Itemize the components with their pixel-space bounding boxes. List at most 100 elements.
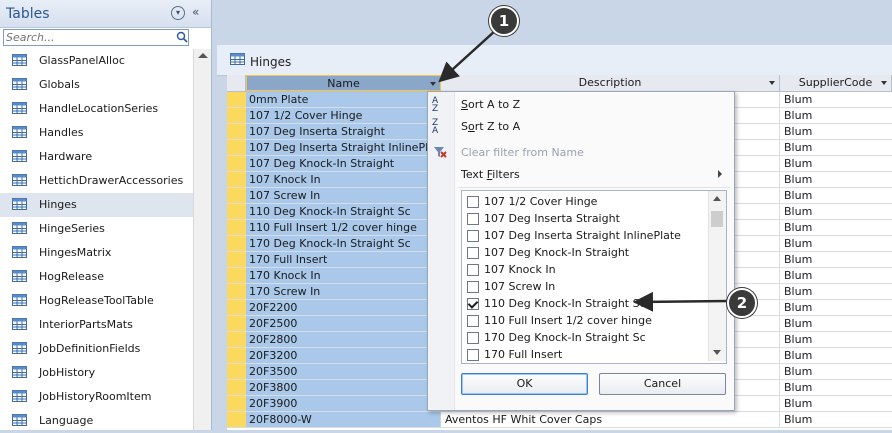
checkbox-unchecked[interactable] — [467, 196, 479, 208]
row-selector[interactable] — [227, 188, 247, 203]
cell-supplier[interactable]: Blum — [780, 220, 892, 235]
cell-name[interactable]: 20F3800 — [246, 380, 441, 395]
cell-name[interactable]: 170 Screw In — [246, 284, 441, 299]
nav-item-table[interactable]: JobDefinitionFields — [0, 337, 193, 361]
row-selector[interactable] — [227, 348, 247, 363]
cell-supplier[interactable]: Blum — [780, 124, 892, 139]
cell-name[interactable]: 107 1/2 Cover Hinge — [246, 108, 441, 123]
filter-value-item[interactable]: 110 Deg Knock-In Straight Sc — [467, 296, 707, 313]
filter-value-item[interactable]: 107 1/2 Cover Hinge — [467, 194, 707, 211]
cell-supplier[interactable]: Blum — [780, 156, 892, 171]
row-selector[interactable] — [227, 300, 247, 315]
filter-value-item[interactable]: 107 Knock In — [467, 262, 707, 279]
cell-name[interactable]: 170 Full Insert — [246, 252, 441, 267]
cell-supplier[interactable]: Blum — [780, 284, 892, 299]
row-selector[interactable] — [227, 236, 247, 251]
checkbox-unchecked[interactable] — [467, 281, 479, 293]
text-filters-item[interactable]: Text Filters — [461, 168, 520, 181]
scroll-thumb[interactable] — [711, 211, 723, 227]
cell-name[interactable]: 20F3900 — [246, 396, 441, 411]
checkbox-unchecked[interactable] — [467, 349, 479, 361]
cell-supplier[interactable]: Blum — [780, 316, 892, 331]
ok-button[interactable]: OK — [461, 373, 588, 395]
cell-supplier[interactable]: Blum — [780, 172, 892, 187]
cell-supplier[interactable]: Blum — [780, 92, 892, 107]
checkbox-unchecked[interactable] — [467, 315, 479, 327]
cell-name[interactable]: 110 Full Insert 1/2 cover hinge — [246, 220, 441, 235]
filter-value-item[interactable]: 107 Screw In — [467, 279, 707, 296]
cell-name[interactable]: 20F3200 — [246, 348, 441, 363]
filter-value-item[interactable]: 110 Full Insert 1/2 cover hinge — [467, 313, 707, 330]
checkbox-unchecked[interactable] — [467, 332, 479, 344]
cell-supplier[interactable]: Blum — [780, 332, 892, 347]
nav-item-table[interactable]: Hardware — [0, 145, 193, 169]
row-selector[interactable] — [227, 220, 247, 235]
nav-item-table[interactable]: GlassPanelAlloc — [0, 49, 193, 73]
column-filter-dropdown-icon[interactable] — [430, 82, 436, 86]
nav-item-table[interactable]: HettichDrawerAccessories — [0, 169, 193, 193]
document-tab[interactable]: Hinges — [217, 45, 892, 76]
filter-value-item[interactable]: 107 Deg Inserta Straight — [467, 211, 707, 228]
cell-name[interactable]: 0mm Plate — [246, 92, 441, 107]
cell-name[interactable]: 107 Deg Knock-In Straight — [246, 156, 441, 171]
cell-supplier[interactable]: Blum — [780, 252, 892, 267]
row-selector[interactable] — [227, 124, 247, 139]
nav-item-table[interactable]: Globals — [0, 73, 193, 97]
filter-value-item[interactable]: 170 Full Insert — [467, 347, 707, 363]
nav-item-table[interactable]: HingeSeries — [0, 217, 193, 241]
cell-supplier[interactable]: Blum — [780, 364, 892, 379]
cell-name[interactable]: 20F2800 — [246, 332, 441, 347]
cell-supplier[interactable]: Blum — [780, 140, 892, 155]
nav-item-table[interactable]: HingesMatrix — [0, 241, 193, 265]
nav-scrollbar[interactable] — [193, 49, 211, 430]
row-selector[interactable] — [227, 252, 247, 267]
sort-a-to-z-item[interactable]: Sort A to Z — [461, 98, 520, 111]
cell-supplier[interactable]: Blum — [780, 396, 892, 411]
row-selector[interactable] — [227, 140, 247, 155]
row-selector[interactable] — [227, 316, 247, 331]
cell-name[interactable]: 170 Deg Knock-In Straight Sc — [246, 236, 441, 251]
nav-item-table[interactable]: Handles — [0, 121, 193, 145]
cancel-button[interactable]: Cancel — [599, 373, 726, 395]
cell-supplier[interactable]: Blum — [780, 108, 892, 123]
scroll-up-arrow-icon[interactable] — [198, 53, 208, 58]
cell-name[interactable]: 20F8000-W — [246, 412, 441, 427]
nav-item-table[interactable]: JobHistory — [0, 361, 193, 385]
checkbox-unchecked[interactable] — [467, 247, 479, 259]
checkbox-checked[interactable] — [467, 298, 479, 310]
filter-list-scrollbar[interactable] — [708, 191, 726, 361]
row-selector[interactable] — [227, 396, 247, 411]
filter-value-item[interactable]: 107 Deg Knock-In Straight — [467, 245, 707, 262]
nav-item-table[interactable]: JobHistoryRoomItem — [0, 385, 193, 409]
nav-item-table[interactable]: HandleLocationSeries — [0, 97, 193, 121]
cell-supplier[interactable]: Blum — [780, 380, 892, 395]
checkbox-unchecked[interactable] — [467, 264, 479, 276]
row-selector[interactable] — [227, 284, 247, 299]
nav-item-table[interactable]: HogRelease — [0, 265, 193, 289]
column-header-supplier[interactable]: SupplierCode — [780, 75, 892, 91]
select-all-corner[interactable] — [227, 75, 246, 91]
column-filter-dropdown-icon[interactable] — [881, 81, 887, 85]
cell-name[interactable]: 110 Deg Knock-In Straight Sc — [246, 204, 441, 219]
scroll-up-arrow-icon[interactable] — [713, 196, 721, 201]
cell-name[interactable]: 20F2500 — [246, 316, 441, 331]
cell-supplier[interactable]: Blum — [780, 268, 892, 283]
row-selector[interactable] — [227, 332, 247, 347]
column-filter-dropdown-icon[interactable] — [769, 81, 775, 85]
sort-z-to-a-item[interactable]: Sort Z to A — [461, 120, 520, 133]
cell-supplier[interactable]: Blum — [780, 412, 892, 427]
shutter-bar-collapse-icon[interactable]: « — [192, 5, 199, 19]
nav-item-table[interactable]: Hinges — [0, 193, 193, 217]
column-header-description[interactable]: Description — [441, 75, 780, 91]
checkbox-unchecked[interactable] — [467, 213, 479, 225]
row-selector[interactable] — [227, 412, 247, 427]
cell-description[interactable]: Aventos HF Whit Cover Caps — [441, 412, 780, 427]
cell-name[interactable]: 107 Screw In — [246, 188, 441, 203]
nav-title[interactable]: Tables — [6, 6, 50, 22]
column-header-name[interactable]: Name — [246, 75, 441, 91]
row-selector[interactable] — [227, 108, 247, 123]
cell-name[interactable]: 20F3500 — [246, 364, 441, 379]
cell-name[interactable]: 170 Knock In — [246, 268, 441, 283]
row-selector[interactable] — [227, 268, 247, 283]
row-selector[interactable] — [227, 156, 247, 171]
